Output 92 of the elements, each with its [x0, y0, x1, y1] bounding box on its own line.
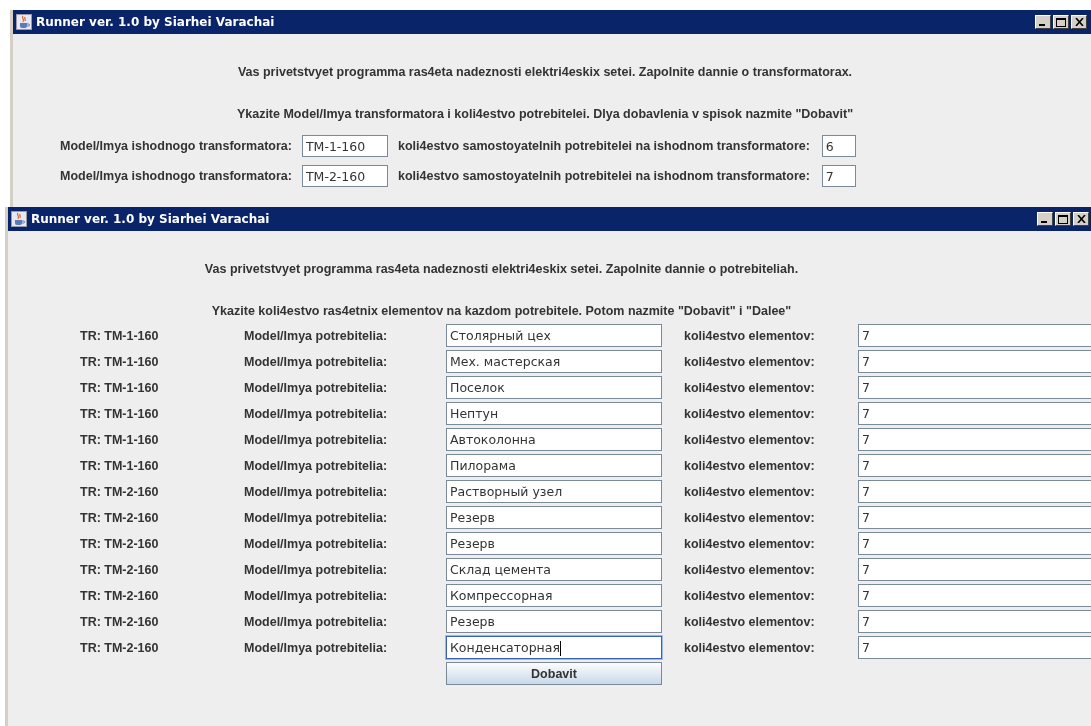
input-field[interactable]: Мех. мастерская: [446, 350, 662, 373]
input-field[interactable]: 7: [858, 584, 1091, 607]
input-field[interactable]: TM-1-160: [301, 135, 388, 157]
field-label: koli4estvo samostoyatelnih potrebitelei na ishodnom transformatore:: [397, 169, 810, 183]
minimize-button[interactable]: [1037, 212, 1053, 226]
input-field[interactable]: 7: [858, 402, 1091, 425]
field-label: koli4estvo elementov:: [683, 536, 816, 551]
input-field[interactable]: 7: [858, 532, 1091, 555]
close-icon: [1074, 18, 1084, 26]
transformer-label: TR: TM-2-160: [80, 536, 160, 551]
input-field[interactable]: 6: [821, 135, 856, 157]
input-field[interactable]: TM-2-160: [301, 165, 388, 187]
add-button[interactable]: Dobavit: [446, 662, 662, 685]
input-field[interactable]: 7: [858, 610, 1091, 633]
intro-text: Vas privetstvyet programma ras4eta nadeznosti elektri4eskix setei. Zapolnite dannie o potrebiteliah.: [203, 261, 800, 276]
field-label: Model/Imya potrebitelia:: [244, 510, 389, 525]
field-label: koli4estvo elementov:: [683, 328, 816, 343]
input-field[interactable]: 7: [858, 636, 1091, 659]
coffee-cup-icon: [11, 211, 27, 227]
transformer-label: TR: TM-1-160: [80, 354, 160, 369]
field-label: Model/Imya potrebitelia:: [244, 588, 389, 603]
field-label: Model/Imya ishodnogo transformatora:: [60, 169, 292, 183]
transformer-label: TR: TM-1-160: [80, 380, 160, 395]
input-field[interactable]: 7: [858, 506, 1091, 529]
field-label: Model/Imya potrebitelia:: [244, 354, 389, 369]
field-label: koli4estvo elementov:: [683, 588, 816, 603]
input-field[interactable]: Пилорама: [446, 454, 662, 477]
transformer-label: TR: TM-2-160: [80, 640, 160, 655]
field-label: Model/Imya potrebitelia:: [244, 484, 389, 499]
field-label: Model/Imya potrebitelia:: [244, 458, 389, 473]
field-label: koli4estvo elementov:: [683, 484, 816, 499]
field-label: Model/Imya ishodnogo transformatora:: [60, 139, 292, 153]
input-field[interactable]: Склад цемента: [446, 558, 662, 581]
input-field[interactable]: 7: [858, 324, 1091, 347]
maximize-icon: [1058, 214, 1068, 224]
input-field[interactable]: Автоколонна: [446, 428, 662, 451]
field-label: koli4estvo elementov:: [683, 406, 816, 421]
input-field[interactable]: Столярный цех: [446, 324, 662, 347]
input-field[interactable]: 7: [858, 454, 1091, 477]
field-label: Model/Imya potrebitelia:: [244, 562, 389, 577]
field-label: Model/Imya potrebitelia:: [244, 406, 389, 421]
field-label: koli4estvo elementov:: [683, 614, 816, 629]
window-title: Runner ver. 1.0 by Siarhei Varachai: [31, 212, 270, 226]
field-label: Model/Imya potrebitelia:: [244, 640, 389, 655]
transformer-label: TR: TM-1-160: [80, 458, 160, 473]
transformer-label: TR: TM-2-160: [80, 510, 160, 525]
field-label: Model/Imya potrebitelia:: [244, 614, 389, 629]
input-field[interactable]: 7: [858, 350, 1091, 373]
input-field[interactable]: Нептун: [446, 402, 662, 425]
transformer-label: TR: TM-1-160: [80, 406, 160, 421]
input-field[interactable]: Растворный узел: [446, 480, 662, 503]
transformer-label: TR: TM-2-160: [80, 614, 160, 629]
field-label: koli4estvo elementov:: [683, 458, 816, 473]
field-label: koli4estvo elementov:: [683, 640, 816, 655]
close-icon: [1076, 215, 1086, 223]
input-field[interactable]: 7: [858, 376, 1091, 399]
intro-text: Vas privetstvyet programma ras4eta nadeznosti elektri4eskix setei. Zapolnite dannie o transformatorax.: [236, 64, 854, 79]
instruction-text: Ykazite koli4estvo ras4etnix elementov na kazdom potrebitele. Potom nazmite "Dobavit" i "Dalee": [210, 303, 793, 320]
window-title: Runner ver. 1.0 by Siarhei Varachai: [36, 15, 275, 29]
input-field[interactable]: 7: [858, 428, 1091, 451]
input-field[interactable]: Конденсаторная: [446, 636, 662, 659]
field-label: koli4estvo elementov:: [683, 354, 816, 369]
field-label: koli4estvo elementov:: [683, 510, 816, 525]
maximize-icon: [1056, 17, 1066, 27]
transformer-label: TR: TM-1-160: [80, 328, 160, 343]
input-field[interactable]: Поселок: [446, 376, 662, 399]
close-button[interactable]: [1073, 212, 1089, 226]
field-label: koli4estvo elementov:: [683, 562, 816, 577]
instruction-text: Ykazite Model/Imya transformatora i koli4estvo potrebitelei. Dlya dobavlenia v spisok nazmite "Dobavit": [235, 106, 855, 123]
transformer-label: TR: TM-2-160: [80, 484, 160, 499]
input-field[interactable]: Резерв: [446, 532, 662, 555]
transformer-label: TR: TM-2-160: [80, 562, 160, 577]
field-label: koli4estvo elementov:: [683, 432, 816, 447]
transformer-label: TR: TM-2-160: [80, 588, 160, 603]
field-label: Model/Imya potrebitelia:: [244, 328, 389, 343]
minimize-button[interactable]: [1035, 15, 1051, 29]
input-field[interactable]: 7: [858, 558, 1091, 581]
field-label: koli4estvo elementov:: [683, 380, 816, 395]
maximize-button[interactable]: [1053, 15, 1069, 29]
coffee-cup-icon: [16, 14, 32, 30]
transformer-label: TR: TM-1-160: [80, 432, 160, 447]
field-label: Model/Imya potrebitelia:: [244, 432, 389, 447]
field-label: Model/Imya potrebitelia:: [244, 380, 389, 395]
input-field[interactable]: Компрессорная: [446, 584, 662, 607]
close-button[interactable]: [1071, 15, 1087, 29]
maximize-button[interactable]: [1055, 212, 1071, 226]
input-field[interactable]: 7: [821, 165, 856, 187]
field-label: Model/Imya potrebitelia:: [244, 536, 389, 551]
input-field[interactable]: 7: [858, 480, 1091, 503]
field-label: koli4estvo samostoyatelnih potrebitelei na ishodnom transformatore:: [397, 139, 810, 153]
input-field[interactable]: Резерв: [446, 506, 662, 529]
input-field[interactable]: Резерв: [446, 610, 662, 633]
